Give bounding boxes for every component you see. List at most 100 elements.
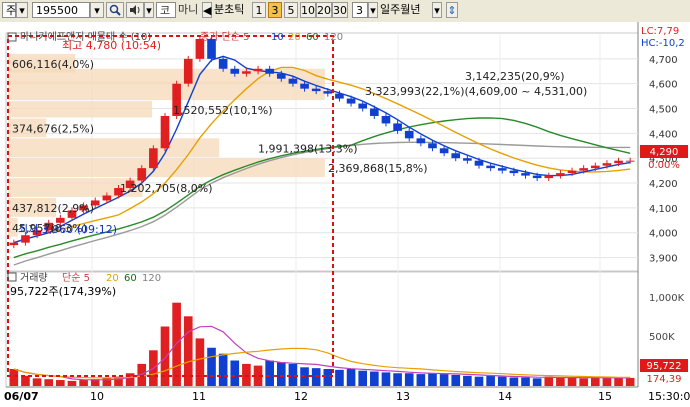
volume-bar [381, 372, 391, 386]
dropdown-arrow-icon[interactable]: ▾ [16, 2, 28, 18]
volume-bar [532, 378, 542, 386]
volume-bar [288, 363, 298, 386]
hour-tick-label: 12 [294, 390, 308, 403]
hour-tick-label: 11 [192, 390, 206, 403]
volume-bar [218, 353, 228, 386]
volume-profile-label: 2,369,868(15,8%) [328, 162, 428, 175]
candle-body [428, 143, 437, 149]
candle-body [242, 71, 251, 74]
period-type-label[interactable]: 분초틱 [212, 2, 252, 18]
price-y-tick-label: 4,700 [649, 55, 678, 66]
volume-bar [509, 377, 519, 386]
candle-body [521, 173, 530, 176]
volume-bar [439, 374, 449, 386]
arrow-left-icon[interactable]: ◀ [202, 2, 212, 18]
volume-profile-label: 1,991,398(13,3%) [258, 142, 358, 155]
range-type-label[interactable]: 일주월년 [378, 2, 432, 18]
volume-bar [311, 368, 321, 386]
volume-profile-label: 437,812(2,9%) [12, 202, 94, 215]
volume-bar [486, 375, 495, 386]
end-time-label: 15:30:0 [648, 390, 690, 403]
price-y-tick-label: 4,600 [649, 80, 678, 91]
hour-tick-label: 14 [498, 390, 512, 403]
candle-body [311, 88, 321, 92]
volume-bar [567, 377, 577, 386]
volume-bar [207, 347, 216, 386]
toolbar: 주 ▾ 195500 ▾ ▾ 코 마니 ◀ 분초틱 1 3 5 10 20 30… [0, 0, 690, 23]
volume-bar [79, 380, 88, 386]
hc-label: HC:-10,2 [641, 38, 685, 49]
speaker-icon[interactable] [126, 2, 144, 18]
volume-bar [544, 376, 554, 386]
interval-button-20[interactable]: 20 [316, 2, 332, 18]
candle-body [416, 138, 426, 144]
candle-body [602, 163, 612, 166]
volume-bar [556, 377, 565, 386]
candle-body [556, 173, 565, 176]
interval-button-3[interactable]: 3 [268, 2, 282, 18]
volume-bar [276, 362, 286, 386]
candle-body [463, 158, 472, 161]
volume-bar [335, 369, 344, 386]
candle-body [323, 91, 333, 94]
current-price-label: 4,290 [650, 147, 679, 158]
dropdown-arrow-icon[interactable]: ▾ [368, 2, 378, 18]
candle-body [381, 115, 391, 124]
volume-bar [451, 374, 461, 386]
candle-body [404, 130, 414, 139]
volume-bar [242, 363, 251, 386]
candle-body [358, 103, 368, 109]
volume-bar [625, 377, 635, 386]
updown-arrow-icon[interactable]: ⇕ [446, 2, 458, 18]
volume-bar [521, 377, 530, 386]
candle-body [393, 123, 402, 131]
interval-label: 10 [301, 4, 315, 17]
candle-body [21, 235, 30, 243]
volume-bar [195, 338, 205, 386]
arrow-left-label: ◀ [203, 4, 212, 17]
volume-bar [230, 360, 240, 386]
stock-code-input[interactable]: 195500 [32, 2, 90, 18]
interval-button-1[interactable]: 1 [252, 2, 266, 18]
candle-body [474, 160, 484, 166]
candle-body [497, 168, 507, 171]
candle-body [218, 58, 228, 69]
volume-bar [172, 302, 181, 386]
interval-button-30[interactable]: 30 [332, 2, 348, 18]
current-pct-label: 0.00% [648, 160, 680, 171]
volume-legend-ma-60: 60 [124, 273, 137, 284]
market-label: 주 [6, 4, 17, 17]
hour-tick-label: 10 [90, 390, 104, 403]
interval-label: 20 [317, 4, 331, 17]
legend-ma-10: 10 [271, 32, 284, 43]
volume-bar [370, 371, 379, 386]
volume-profile-label: 606,116(4,0%) [12, 58, 94, 71]
dropdown-arrow-icon[interactable]: ▾ [432, 2, 442, 18]
candle-body [149, 148, 158, 169]
candle-body [300, 83, 309, 89]
volume-bar [416, 374, 426, 386]
dropdown-arrow-icon[interactable]: ▾ [90, 2, 104, 18]
volume-profile-label: 3,323,993(22,1%)(4,609,00 ~ 4,531,00) [365, 85, 587, 98]
volume-bar [428, 373, 437, 386]
dropdown-arrow-icon[interactable]: ▾ [144, 2, 154, 18]
candle-body [9, 242, 19, 246]
interval-button-5[interactable]: 5 [284, 2, 298, 18]
volume-profile-band [8, 158, 325, 178]
price-y-tick-label: 3,900 [649, 254, 678, 265]
candle-body [625, 160, 635, 162]
candle-body [370, 108, 379, 116]
count-input[interactable]: 3 [352, 2, 368, 18]
volume-bar [393, 373, 402, 386]
volume-legend-ma-label: 단순 5 [62, 272, 90, 284]
current-volume-pct: 174,39 [647, 374, 682, 385]
price-y-tick-label: 4,500 [649, 105, 678, 116]
interval-label: 3 [271, 4, 279, 17]
volume-bar [323, 369, 333, 386]
interval-button-10[interactable]: 10 [300, 2, 316, 18]
search-icon[interactable] [106, 2, 124, 18]
market-selector[interactable]: 주 [2, 2, 16, 18]
price-legend-ma-label: 종가 단순 5 [200, 31, 250, 43]
candle-body [346, 98, 356, 104]
candle-body [614, 160, 623, 164]
